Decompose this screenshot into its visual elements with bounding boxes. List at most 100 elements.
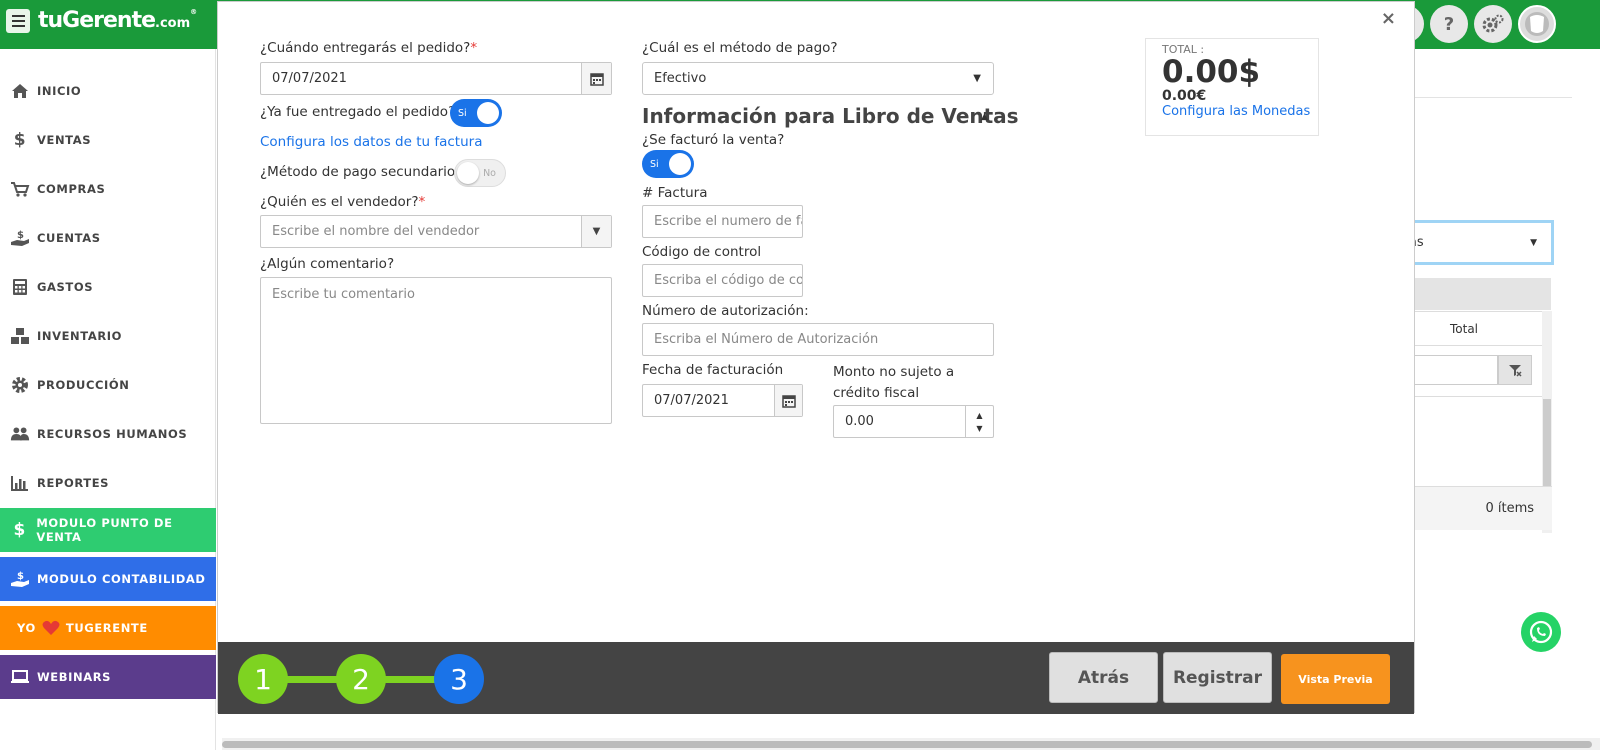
secondary-payment-toggle[interactable]: No — [454, 159, 506, 187]
invoiced-toggle[interactable]: Si — [642, 150, 694, 178]
horizontal-scrollbar[interactable] — [222, 738, 1600, 750]
hand-money-icon: $ — [10, 228, 30, 248]
laptop-icon — [10, 667, 30, 687]
sidebar-item-label: COMPRAS — [37, 182, 106, 196]
home-icon — [10, 81, 30, 101]
control-code-label: Código de control — [642, 244, 762, 260]
auth-number-placeholder: Escriba el Número de Autorización — [654, 332, 879, 347]
calculator-icon — [10, 277, 30, 297]
register-button[interactable]: Registrar — [1163, 652, 1272, 703]
sidebar-item-label: GASTOS — [37, 280, 94, 294]
comment-placeholder: Escribe tu comentario — [272, 287, 415, 302]
auth-number-label: Número de autorización: — [642, 303, 809, 319]
close-icon[interactable]: × — [1381, 8, 1396, 29]
seller-select[interactable]: Escribe el nombre del vendedor ▼ — [260, 215, 612, 248]
secondary-payment-label: ¿Método de pago secundario? — [260, 164, 463, 180]
step-3[interactable]: 3 — [434, 654, 484, 704]
sidebar-item-produccion[interactable]: PRODUCCIÓN — [0, 363, 216, 407]
settings-icon[interactable] — [1474, 5, 1512, 43]
svg-text:$: $ — [17, 571, 25, 582]
sidebar-item-label: YO — [17, 621, 36, 635]
svg-text:$: $ — [17, 230, 25, 241]
sidebar-item-label: VENTAS — [37, 133, 92, 147]
comment-textarea[interactable]: Escribe tu comentario — [260, 277, 612, 424]
back-button[interactable]: Atrás — [1049, 652, 1158, 703]
background-page: mnas ▼ Total 0 ítems — [1386, 49, 1600, 750]
total-secondary-value: 0.00€ — [1162, 88, 1207, 104]
sidebar-item-cuentas[interactable]: $ CUENTAS — [0, 216, 216, 260]
sidebar-item-reportes[interactable]: REPORTES — [0, 461, 216, 505]
items-count: 0 ítems — [1485, 501, 1534, 516]
hamburger-menu-icon[interactable] — [6, 8, 30, 33]
heart-icon — [42, 618, 60, 638]
step-1[interactable]: 1 — [238, 654, 288, 704]
invoice-date-input[interactable]: 07/07/2021 — [642, 384, 803, 417]
people-icon — [10, 424, 30, 444]
invoice-date-label: Fecha de facturación — [642, 362, 784, 378]
invoiced-label: ¿Se facturó la venta? — [642, 132, 785, 148]
modal-footer: 1 2 3 Atrás Registrar Vista Previa — [218, 642, 1414, 714]
delivered-toggle[interactable]: Si — [450, 99, 502, 127]
sidebar-item-yo-tugerente[interactable]: YO TUGERENTE — [0, 606, 216, 650]
non-credit-amount-stepper[interactable]: 0.00 ▲ ▼ — [833, 405, 994, 438]
non-credit-amount-value: 0.00 — [845, 414, 874, 429]
chevron-down-icon: ▼ — [973, 73, 981, 84]
sidebar-item-label: RECURSOS HUMANOS — [37, 427, 188, 441]
logo-tm: ® — [190, 8, 198, 16]
non-credit-amount-label: Monto no sujeto a crédito fiscal — [833, 364, 955, 401]
boxes-icon — [10, 326, 30, 346]
sidebar-item-inicio[interactable]: INICIO — [0, 69, 216, 113]
sidebar-item-label: MODULO CONTABILIDAD — [37, 572, 206, 586]
avatar[interactable] — [1518, 5, 1556, 43]
filter-clear-icon[interactable] — [1498, 355, 1532, 385]
sidebar-item-contabilidad[interactable]: $ MODULO CONTABILIDAD — [0, 557, 216, 601]
sidebar-item-gastos[interactable]: GASTOS — [0, 265, 216, 309]
cart-icon — [10, 179, 30, 199]
sidebar-item-ventas[interactable]: $ VENTAS — [0, 118, 216, 162]
calendar-icon[interactable] — [581, 63, 611, 94]
invoice-config-link[interactable]: Configura los datos de tu factura — [260, 134, 482, 150]
comment-label: ¿Algún comentario? — [260, 256, 395, 272]
payment-method-select[interactable]: Efectivo ▼ — [642, 62, 994, 95]
collapse-icon[interactable]: ▲ — [981, 112, 988, 122]
sale-modal: × ¿Cuándo entregarás el pedido?* 07/07/2… — [217, 1, 1415, 714]
sidebar-item-label: PRODUCCIÓN — [37, 378, 130, 392]
step-2[interactable]: 2 — [336, 654, 386, 704]
sidebar-item-label: INVENTARIO — [37, 329, 123, 343]
sidebar-item-rrhh[interactable]: RECURSOS HUMANOS — [0, 412, 216, 456]
control-code-placeholder: Escriba el código de control — [654, 273, 802, 288]
totals-box: TOTAL : 0.00$ 0.00€ Configura las Moneda… — [1145, 38, 1319, 136]
sidebar-item-webinars[interactable]: WEBINARS — [0, 655, 216, 699]
sidebar-item-label: CUENTAS — [37, 231, 101, 245]
sidebar-item-label: MODULO PUNTO DE VENTA — [36, 516, 173, 544]
delivery-date-value: 07/07/2021 — [272, 71, 347, 86]
seller-label: ¿Quién es el vendedor?* — [260, 194, 426, 210]
currency-config-link[interactable]: Configura las Monedas — [1162, 104, 1310, 119]
logo[interactable]: tuGerente.com® — [6, 8, 197, 33]
invoice-number-placeholder: Escribe el numero de factura — [654, 214, 802, 229]
auth-number-input[interactable]: Escriba el Número de Autorización — [642, 323, 994, 356]
sidebar-item-inventario[interactable]: INVENTARIO — [0, 314, 216, 358]
logo-main-text: tuGerente — [38, 8, 156, 33]
delivery-date-input[interactable]: 07/07/2021 — [260, 62, 612, 95]
logo-suffix: .com — [155, 16, 191, 31]
sidebar-item-compras[interactable]: COMPRAS — [0, 167, 216, 211]
chevron-down-icon[interactable]: ▼ — [581, 216, 611, 247]
preview-button[interactable]: Vista Previa — [1281, 654, 1390, 704]
help-icon[interactable]: ? — [1430, 5, 1468, 43]
hand-money-icon: $ — [10, 569, 30, 589]
sidebar-item-label: REPORTES — [37, 476, 110, 490]
chevron-down-icon: ▼ — [1530, 237, 1537, 248]
calendar-icon[interactable] — [774, 385, 802, 416]
payment-method-value: Efectivo — [654, 71, 707, 86]
invoice-number-label: # Factura — [642, 185, 708, 201]
sidebar-item-label: WEBINARS — [37, 670, 112, 684]
control-code-input[interactable]: Escriba el código de control — [642, 264, 803, 297]
seller-placeholder: Escribe el nombre del vendedor — [272, 224, 480, 239]
sidebar-item-pos[interactable]: $ MODULO PUNTO DE VENTA — [0, 508, 216, 552]
sales-book-title: Información para Libro de Ventas — [642, 104, 1019, 128]
delivered-label: ¿Ya fue entregado el pedido? — [260, 104, 456, 120]
whatsapp-icon[interactable] — [1521, 612, 1561, 652]
invoice-number-input[interactable]: Escribe el numero de factura — [642, 205, 803, 238]
stepper-arrows-icon[interactable]: ▲ ▼ — [965, 406, 993, 437]
